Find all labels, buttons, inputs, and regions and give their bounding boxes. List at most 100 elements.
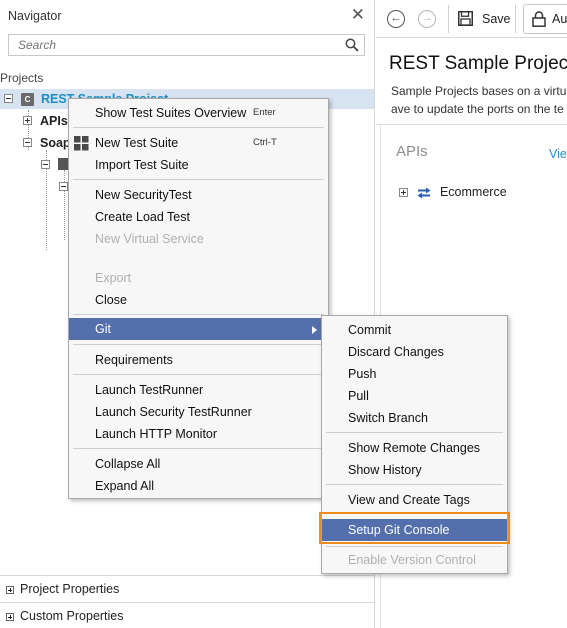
save-icon <box>458 11 473 26</box>
menu-item-label: New Test Suite <box>95 136 179 150</box>
tree-item-label: APIs <box>40 114 68 128</box>
menu-item-create-load-test[interactable]: Create Load Test <box>69 206 328 228</box>
api-icon <box>417 187 431 199</box>
interface-icon <box>58 158 68 170</box>
collapse-icon[interactable] <box>41 160 50 169</box>
menu-item-label: Push <box>348 367 377 381</box>
tree-item-nested[interactable] <box>0 155 70 175</box>
menu-item-label: Close <box>95 293 127 307</box>
menu-separator <box>73 314 324 315</box>
menu-item-label: Commit <box>348 323 392 337</box>
auth-button[interactable]: Au <box>523 4 567 34</box>
menu-item-expand-all[interactable]: Expand All <box>69 475 328 497</box>
lock-icon <box>532 11 546 27</box>
menu-item-close[interactable]: Close <box>69 289 328 311</box>
editor-toolbar: ← → Save Au <box>376 0 567 38</box>
tree-item-nested[interactable] <box>0 177 70 197</box>
git-item-pull[interactable]: Pull <box>322 385 507 407</box>
git-item-commit[interactable]: Commit <box>322 319 507 341</box>
menu-item-label: View and Create Tags <box>348 493 470 507</box>
expand-icon[interactable] <box>23 116 32 125</box>
forward-icon[interactable]: → <box>418 10 436 28</box>
menu-item-label: Launch TestRunner <box>95 383 204 397</box>
project-description-line: Sample Projects bases on a virtu <box>391 84 567 98</box>
menu-item-label: Create Load Test <box>95 210 190 224</box>
menu-item-label: Export <box>95 271 132 285</box>
close-icon[interactable]: ✕ <box>351 6 365 24</box>
menu-item-label: Show Test Suites Overview <box>95 106 247 120</box>
search-icon[interactable] <box>345 38 359 52</box>
menu-separator <box>326 484 503 485</box>
collapse-icon[interactable] <box>23 138 32 147</box>
navigator-header: Navigator ✕ <box>0 0 375 32</box>
menu-separator <box>326 432 503 433</box>
menu-separator <box>73 448 324 449</box>
menu-item-collapse-all[interactable]: Collapse All <box>69 453 328 475</box>
menu-item-label: Pull <box>348 389 369 403</box>
menu-item-label: Expand All <box>95 479 155 493</box>
view-link[interactable]: View <box>549 147 567 161</box>
menu-item-label: Import Test Suite <box>95 158 189 172</box>
menu-item-label: Collapse All <box>95 457 161 471</box>
api-item-label: Ecommerce <box>439 185 507 199</box>
auth-label: Au <box>552 12 567 26</box>
custom-properties-label: Custom Properties <box>20 609 124 623</box>
menu-item-label: New SecurityTest <box>95 188 192 202</box>
project-description-line: ave to update the ports on the te <box>391 102 564 116</box>
menu-separator <box>73 374 324 375</box>
menu-item-label: Show History <box>348 463 422 477</box>
project-context-menu: Show Test Suites Overview Enter New Test… <box>68 98 329 499</box>
navigator-title: Navigator <box>8 9 62 23</box>
git-item-switch-branch[interactable]: Switch Branch <box>322 407 507 429</box>
menu-item-launch-security-testrunner[interactable]: Launch Security TestRunner <box>69 401 328 423</box>
tree-item-soap[interactable]: Soap <box>0 133 71 153</box>
project-icon: C <box>21 93 34 106</box>
menu-item-show-test-suites-overview[interactable]: Show Test Suites Overview Enter <box>69 102 328 124</box>
save-label: Save <box>482 12 511 26</box>
menu-item-label: Requirements <box>95 353 173 367</box>
menu-separator <box>73 127 324 128</box>
project-properties-label: Project Properties <box>20 582 120 596</box>
expand-icon[interactable] <box>6 612 14 621</box>
menu-item-import-test-suite[interactable]: Import Test Suite <box>69 154 328 176</box>
git-item-push[interactable]: Push <box>322 363 507 385</box>
tree-item-label: Soap <box>40 136 71 150</box>
highlight-callout-frame <box>319 512 510 544</box>
collapse-icon[interactable] <box>59 182 68 191</box>
toolbar-separator <box>448 5 449 33</box>
back-icon[interactable]: ← <box>387 10 405 28</box>
menu-separator <box>73 179 324 180</box>
projects-label: Projects <box>0 71 44 85</box>
expand-icon[interactable] <box>6 585 14 594</box>
submenu-arrow-icon <box>312 326 317 334</box>
menu-item-shortcut: Ctrl-T <box>253 137 277 148</box>
git-item-show-history[interactable]: Show History <box>322 459 507 481</box>
menu-item-requirements[interactable]: Requirements <box>69 349 328 371</box>
expand-icon[interactable] <box>399 188 408 198</box>
menu-item-new-virtual-service: New Virtual Service <box>69 228 328 250</box>
apis-heading: APIs <box>396 143 428 160</box>
menu-item-shortcut: Enter <box>253 107 276 118</box>
git-item-show-remote-changes[interactable]: Show Remote Changes <box>322 437 507 459</box>
search-input[interactable] <box>9 35 329 55</box>
project-properties-row[interactable]: Project Properties <box>0 575 374 601</box>
menu-item-new-test-suite[interactable]: New Test Suite Ctrl-T <box>69 132 328 154</box>
menu-item-label: Switch Branch <box>348 411 428 425</box>
menu-item-export: Export <box>69 267 328 289</box>
menu-separator <box>326 546 503 547</box>
menu-item-label: Discard Changes <box>348 345 444 359</box>
git-item-discard-changes[interactable]: Discard Changes <box>322 341 507 363</box>
menu-item-launch-http-monitor[interactable]: Launch HTTP Monitor <box>69 423 328 445</box>
api-item-ecommerce[interactable]: Ecommerce <box>399 184 507 200</box>
menu-item-label: Launch Security TestRunner <box>95 405 252 419</box>
git-item-enable-version-control: Enable Version Control <box>322 549 507 571</box>
tree-item-apis[interactable]: APIs <box>0 111 70 131</box>
git-item-view-and-create-tags[interactable]: View and Create Tags <box>322 489 507 511</box>
menu-item-label: New Virtual Service <box>95 232 204 246</box>
collapse-icon[interactable] <box>4 94 13 103</box>
custom-properties-row[interactable]: Custom Properties <box>0 602 374 628</box>
menu-item-launch-testrunner[interactable]: Launch TestRunner <box>69 379 328 401</box>
search-box[interactable] <box>8 34 365 56</box>
menu-item-new-security-test[interactable]: New SecurityTest <box>69 184 328 206</box>
menu-item-git[interactable]: Git <box>69 318 328 340</box>
